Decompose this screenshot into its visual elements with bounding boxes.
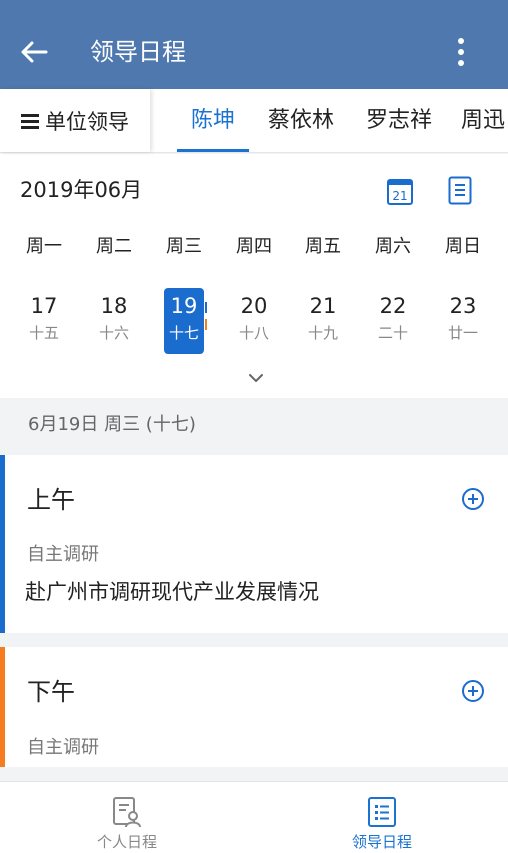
selected-date-label: 6月19日 周三 (十七) [28,414,196,435]
day-number: 18 [100,294,128,318]
weekday-label: 周六 [375,236,411,257]
unit-leaders-button[interactable]: 单位领导 [0,89,150,152]
weekday-label: 周五 [305,236,341,257]
add-circle-icon[interactable] [461,679,485,703]
day-cell[interactable]: 21 十九 [303,288,343,354]
event-markers [205,302,207,338]
nav-personal-schedule[interactable]: 个人日程 [57,782,197,853]
day-number: 22 [379,294,407,318]
lunar-date: 十六 [98,324,129,342]
tab-label: 陈坤 [190,108,235,133]
day-number: 23 [449,294,477,318]
afternoon-color-stripe [0,647,5,767]
tab-label: 罗志祥 [365,108,432,133]
leader-tabs: 陈坤 蔡依林 罗志祥 周迅 [150,89,508,152]
page-title: 领导日程 [90,38,186,66]
tab-label: 周迅 [461,108,506,133]
tab-leader-1[interactable]: 陈坤 [177,89,249,152]
day-cell[interactable]: 17 十五 [24,288,64,354]
day-cell[interactable]: 23 廿一 [443,288,483,354]
app-bar: 领导日程 [0,0,508,89]
morning-color-stripe [0,455,5,633]
schedule-content: 赴广州市调研现代产业发展情况 [25,580,319,604]
period-label: 上午 [27,486,75,514]
calendar-icon-day: 21 [392,189,407,203]
tab-leader-2[interactable]: 蔡依林 [266,89,336,152]
nav-leader-schedule[interactable]: 领导日程 [312,782,452,853]
afternoon-schedule-card[interactable]: 下午 自主调研 [0,647,508,767]
back-arrow-icon[interactable] [18,36,50,68]
bottom-navigation: 个人日程 领导日程 [0,781,508,853]
day-cell[interactable]: 22 二十 [373,288,413,354]
day-cell-selected[interactable]: 19 十七 [164,288,204,354]
weekday-label: 周四 [236,236,272,257]
day-cell[interactable]: 20 十八 [234,288,274,354]
lunar-date: 二十 [377,324,408,342]
leader-selector-bar: 单位领导 陈坤 蔡依林 罗志祥 周迅 [0,89,508,153]
weekday-label: 周一 [26,236,62,257]
morning-schedule-card[interactable]: 上午 自主调研 赴广州市调研现代产业发展情况 [0,455,508,633]
chevron-down-icon[interactable] [247,372,265,384]
list-view-icon[interactable] [448,176,472,205]
lunar-date: 十五 [28,324,59,342]
weekday-label: 周二 [96,236,132,257]
leader-schedule-icon [368,797,396,827]
active-tab-indicator [177,149,249,152]
day-number: 21 [309,294,337,318]
tab-leader-3[interactable]: 罗志祥 [363,89,435,152]
day-number: 20 [240,294,268,318]
week-calendar: 2019年06月 21 周一 周二 周三 周四 周五 周六 周日 17 十五 1… [0,154,508,398]
lunar-date: 十七 [168,324,199,342]
schedule-category: 自主调研 [27,737,99,758]
add-circle-icon[interactable] [461,487,485,511]
tab-label: 蔡依林 [267,108,334,133]
period-label: 下午 [27,678,75,706]
nav-label: 领导日程 [351,833,412,851]
more-options-icon[interactable] [450,36,472,68]
weekday-label: 周日 [445,236,481,257]
morning-event-marker [205,302,207,313]
personal-schedule-icon [113,797,141,828]
lunar-date: 廿一 [447,324,478,342]
day-cell[interactable]: 18 十六 [94,288,134,354]
day-number: 17 [30,294,58,318]
schedule-category: 自主调研 [27,544,99,565]
menu-icon [21,113,39,129]
lunar-date: 十九 [307,324,338,342]
tab-leader-4[interactable]: 周迅 [461,89,508,152]
unit-leaders-label: 单位领导 [45,109,129,134]
month-label: 2019年06月 [20,178,143,202]
afternoon-event-marker [205,319,207,330]
weekday-label: 周三 [166,236,202,257]
day-number: 19 [170,294,198,318]
calendar-view-icon[interactable]: 21 [387,177,413,205]
lunar-date: 十八 [238,324,269,342]
nav-label: 个人日程 [96,833,157,851]
